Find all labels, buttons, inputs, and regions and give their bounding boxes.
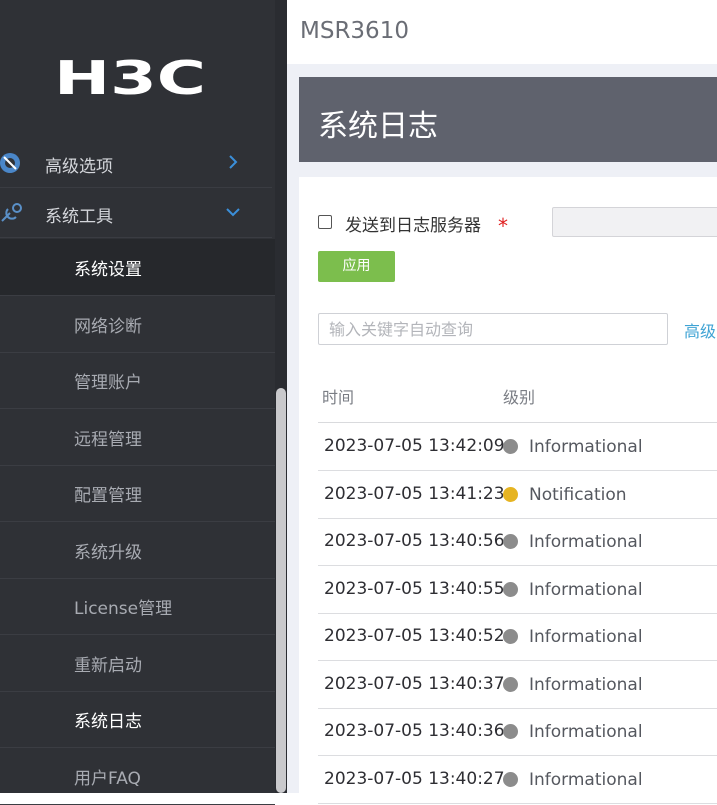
- level-indicator-dot: [503, 534, 518, 549]
- table-row[interactable]: 2023-07-05 13:40:52 Informational: [318, 613, 717, 661]
- sidebar-item-system-settings[interactable]: 系统设置: [0, 239, 275, 296]
- log-level: Informational: [529, 674, 643, 695]
- advanced-search-link[interactable]: 高级: [684, 318, 716, 342]
- table-row[interactable]: 2023-07-05 13:40:56 Informational: [318, 518, 717, 566]
- h3c-logo: H3C: [54, 56, 206, 96]
- log-level: Informational: [529, 627, 643, 647]
- log-time: 2023-07-05 13:42:09: [324, 436, 505, 456]
- level-indicator-dot: [503, 676, 518, 692]
- sidebar-item-label: 配置管理: [74, 486, 142, 506]
- level-indicator-dot: [503, 724, 518, 739]
- sidebar-item-label: 系统升级: [74, 543, 142, 563]
- sidebar-item-label: License管理: [74, 599, 173, 619]
- column-header-time[interactable]: 时间: [322, 384, 354, 408]
- svg-text:H3C: H3C: [54, 56, 206, 96]
- log-time: 2023-07-05 13:40:37: [324, 673, 505, 694]
- required-mark: *: [498, 214, 508, 238]
- page-header: 系统日志: [299, 77, 717, 162]
- menu-group-system-tools[interactable]: 系统工具: [0, 189, 272, 238]
- sidebar-item-remote-management[interactable]: 远程管理: [0, 409, 275, 466]
- table-row[interactable]: 2023-07-05 13:40:55 Informational: [318, 566, 717, 614]
- system-tools-icon: [1, 203, 22, 222]
- log-time: 2023-07-05 13:40:55: [324, 578, 505, 599]
- sidebar-item-admin-accounts[interactable]: 管理账户: [0, 352, 275, 409]
- level-indicator-dot: [503, 629, 518, 644]
- log-time: 2023-07-05 13:40:52: [324, 626, 505, 646]
- sidebar-item-label: 网络诊断: [74, 317, 142, 337]
- search-input[interactable]: [318, 313, 668, 345]
- sidebar-item-label: 用户FAQ: [74, 769, 141, 789]
- column-header-level[interactable]: 级别: [503, 384, 535, 408]
- sidebar-scrollbar-thumb[interactable]: [276, 388, 286, 793]
- sidebar-item-label: 重新启动: [74, 656, 142, 676]
- table-row[interactable]: 2023-07-05 13:40:27 Informational: [318, 756, 717, 804]
- menu-group-label: 高级选项: [45, 157, 113, 177]
- chevron-down-icon[interactable]: [226, 203, 240, 221]
- log-time: 2023-07-05 13:40:27: [324, 768, 505, 789]
- apply-button[interactable]: 应用: [318, 251, 395, 282]
- sidebar-item-label: 管理账户: [74, 373, 142, 393]
- sidebar-item-config-management[interactable]: 配置管理: [0, 465, 275, 522]
- log-time: 2023-07-05 13:40:36: [324, 721, 505, 741]
- table-row[interactable]: 2023-07-05 13:40:37 Informational: [318, 661, 717, 709]
- log-level: Informational: [529, 722, 643, 742]
- menu-group-advanced-options[interactable]: 高级选项: [0, 139, 272, 188]
- log-server-input[interactable]: [552, 207, 717, 237]
- chevron-right-icon[interactable]: [226, 153, 240, 171]
- log-level: Informational: [529, 532, 643, 552]
- sidebar-item-system-upgrade[interactable]: 系统升级: [0, 522, 275, 579]
- send-to-log-server-checkbox[interactable]: [318, 215, 332, 229]
- level-indicator-dot: [503, 771, 518, 787]
- sidebar-item-label: 系统日志: [74, 712, 142, 732]
- top-bar: MSR3610: [287, 0, 717, 65]
- advanced-options-icon: [0, 153, 20, 173]
- log-level: Informational: [529, 579, 643, 600]
- level-indicator-dot: [503, 439, 518, 454]
- level-indicator-dot: [503, 486, 518, 502]
- table-row[interactable]: 2023-07-05 13:41:23 Notification: [318, 471, 717, 519]
- sidebar-item-reboot[interactable]: 重新启动: [0, 635, 275, 692]
- log-time: 2023-07-05 13:41:23: [324, 483, 505, 504]
- send-to-log-server-label: 发送到日志服务器: [345, 216, 481, 236]
- level-indicator-dot: [503, 581, 518, 597]
- sidebar-item-user-faq[interactable]: 用户FAQ: [0, 748, 275, 805]
- table-row[interactable]: 2023-07-05 13:42:09 Informational: [318, 423, 717, 471]
- sidebar-item-system-log[interactable]: 系统日志: [0, 691, 275, 748]
- log-level: Informational: [529, 437, 643, 457]
- sidebar: H3C 高级选项 系统工具 系统设置 网络诊断 管理账户 远程管理 配置管理 系…: [0, 0, 287, 805]
- menu-group-label: 系统工具: [45, 207, 113, 227]
- sidebar-item-license-management[interactable]: License管理: [0, 578, 275, 635]
- table-row[interactable]: 2023-07-05 13:40:36 Informational: [318, 708, 717, 756]
- page-title: 系统日志: [318, 109, 438, 144]
- device-name: MSR3610: [300, 18, 409, 44]
- sidebar-item-network-diagnosis[interactable]: 网络诊断: [0, 296, 275, 353]
- log-level: Informational: [529, 769, 643, 790]
- log-time: 2023-07-05 13:40:56: [324, 531, 505, 551]
- sidebar-item-label: 系统设置: [74, 260, 142, 280]
- log-level: Notification: [529, 484, 627, 505]
- sidebar-item-label: 远程管理: [74, 430, 142, 450]
